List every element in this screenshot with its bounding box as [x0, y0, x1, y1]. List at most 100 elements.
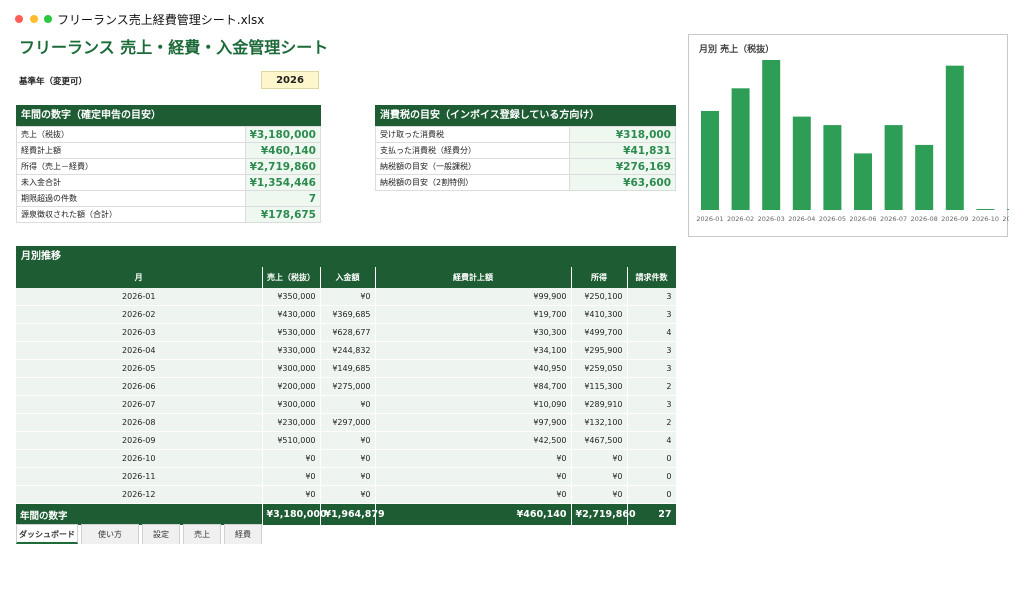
- table-cell[interactable]: 3: [627, 395, 677, 414]
- table-cell[interactable]: ¥0: [262, 485, 321, 504]
- table-cell[interactable]: ¥0: [375, 449, 572, 468]
- table-cell[interactable]: ¥34,100: [375, 341, 572, 360]
- table-cell[interactable]: 2026-10: [16, 449, 263, 468]
- sheet-tab[interactable]: 売上: [183, 524, 221, 544]
- table-cell[interactable]: ¥300,000: [262, 395, 321, 414]
- table-cell[interactable]: ¥499,700: [571, 323, 628, 342]
- table-cell[interactable]: ¥0: [571, 449, 628, 468]
- annual-row-value[interactable]: ¥1,354,446: [244, 174, 322, 191]
- table-cell[interactable]: 2: [627, 413, 677, 432]
- table-cell[interactable]: ¥0: [375, 485, 572, 504]
- table-cell[interactable]: 2026-08: [16, 413, 263, 432]
- table-cell[interactable]: 3: [627, 359, 677, 378]
- table-cell[interactable]: 0: [627, 485, 677, 504]
- table-cell[interactable]: 2: [627, 377, 677, 396]
- chart-bar[interactable]: [1007, 209, 1009, 210]
- table-cell[interactable]: ¥295,900: [571, 341, 628, 360]
- table-cell[interactable]: 3: [627, 305, 677, 324]
- table-cell[interactable]: ¥0: [320, 449, 376, 468]
- table-cell[interactable]: ¥289,910: [571, 395, 628, 414]
- base-year-input[interactable]: 2026: [261, 71, 319, 89]
- chart-bar[interactable]: [945, 65, 964, 211]
- table-cell[interactable]: ¥200,000: [262, 377, 321, 396]
- table-cell[interactable]: ¥628,677: [320, 323, 376, 342]
- table-cell[interactable]: ¥115,300: [571, 377, 628, 396]
- table-cell[interactable]: ¥0: [320, 467, 376, 486]
- table-cell[interactable]: ¥132,100: [571, 413, 628, 432]
- table-cell[interactable]: ¥244,832: [320, 341, 376, 360]
- column-header[interactable]: 所得: [571, 267, 628, 288]
- table-cell[interactable]: 0: [627, 449, 677, 468]
- table-cell[interactable]: ¥97,900: [375, 413, 572, 432]
- table-cell[interactable]: ¥250,100: [571, 288, 628, 306]
- table-cell[interactable]: 2026-01: [16, 288, 263, 306]
- table-cell[interactable]: 2026-02: [16, 305, 263, 324]
- table-cell[interactable]: ¥19,700: [375, 305, 572, 324]
- annual-row-value[interactable]: 7: [244, 190, 322, 207]
- table-cell[interactable]: 3: [627, 341, 677, 360]
- tax-row-value[interactable]: ¥41,831: [569, 142, 676, 159]
- table-cell[interactable]: ¥350,000: [262, 288, 321, 306]
- close-window-icon[interactable]: [15, 15, 23, 23]
- table-cell[interactable]: ¥42,500: [375, 431, 572, 450]
- table-cell[interactable]: ¥510,000: [262, 431, 321, 450]
- table-cell[interactable]: ¥430,000: [262, 305, 321, 324]
- column-header[interactable]: 経費計上額: [375, 267, 572, 288]
- table-cell[interactable]: ¥149,685: [320, 359, 376, 378]
- chart-bar[interactable]: [731, 88, 750, 210]
- table-cell[interactable]: 2026-03: [16, 323, 263, 342]
- table-cell[interactable]: 2026-07: [16, 395, 263, 414]
- table-cell[interactable]: ¥10,090: [375, 395, 572, 414]
- sheet-tab[interactable]: ダッシュボード: [16, 524, 78, 544]
- table-cell[interactable]: ¥369,685: [320, 305, 376, 324]
- table-cell[interactable]: ¥297,000: [320, 413, 376, 432]
- chart-bar[interactable]: [792, 116, 811, 210]
- annual-row-value[interactable]: ¥178,675: [244, 206, 322, 223]
- table-cell[interactable]: ¥0: [262, 467, 321, 486]
- table-cell[interactable]: ¥330,000: [262, 341, 321, 360]
- sheet-tab[interactable]: 経費: [224, 524, 262, 544]
- annual-row-value[interactable]: ¥3,180,000: [244, 126, 322, 143]
- table-cell[interactable]: ¥410,300: [571, 305, 628, 324]
- annual-row-value[interactable]: ¥460,140: [244, 142, 322, 159]
- chart-bar[interactable]: [976, 209, 995, 210]
- tax-row-value[interactable]: ¥63,600: [569, 174, 676, 191]
- table-cell[interactable]: ¥40,950: [375, 359, 572, 378]
- table-cell[interactable]: 0: [627, 467, 677, 486]
- tax-row-value[interactable]: ¥318,000: [569, 126, 676, 143]
- table-cell[interactable]: 2026-06: [16, 377, 263, 396]
- chart-bar[interactable]: [823, 125, 842, 210]
- table-cell[interactable]: ¥0: [262, 449, 321, 468]
- table-cell[interactable]: ¥0: [571, 485, 628, 504]
- chart-bar[interactable]: [854, 153, 872, 210]
- table-cell[interactable]: ¥84,700: [375, 377, 572, 396]
- table-cell[interactable]: ¥0: [320, 288, 376, 306]
- table-cell[interactable]: ¥0: [320, 485, 376, 504]
- table-cell[interactable]: ¥467,500: [571, 431, 628, 450]
- column-header[interactable]: 売上（税抜）: [262, 267, 321, 288]
- table-cell[interactable]: 3: [627, 288, 677, 306]
- table-cell[interactable]: ¥99,900: [375, 288, 572, 306]
- table-cell[interactable]: ¥0: [375, 467, 572, 486]
- tax-row-value[interactable]: ¥276,169: [569, 158, 676, 175]
- chart-bar[interactable]: [701, 110, 719, 210]
- table-cell[interactable]: 2026-11: [16, 467, 263, 486]
- table-cell[interactable]: 4: [627, 431, 677, 450]
- chart-bar[interactable]: [884, 125, 903, 210]
- chart-bar[interactable]: [915, 144, 934, 210]
- table-cell[interactable]: ¥300,000: [262, 359, 321, 378]
- table-cell[interactable]: ¥0: [320, 431, 376, 450]
- table-cell[interactable]: ¥0: [320, 395, 376, 414]
- sheet-tab[interactable]: 設定: [142, 524, 180, 544]
- table-cell[interactable]: ¥0: [571, 467, 628, 486]
- column-header[interactable]: 入金額: [320, 267, 376, 288]
- column-header[interactable]: 月: [16, 267, 263, 288]
- table-cell[interactable]: 2026-12: [16, 485, 263, 504]
- sheet-tab[interactable]: 使い方: [81, 524, 139, 544]
- annual-row-value[interactable]: ¥2,719,860: [244, 158, 322, 175]
- table-cell[interactable]: ¥259,050: [571, 359, 628, 378]
- table-cell[interactable]: 2026-09: [16, 431, 263, 450]
- chart-bar[interactable]: [762, 60, 781, 210]
- minimize-window-icon[interactable]: [30, 15, 38, 23]
- maximize-window-icon[interactable]: [44, 15, 52, 23]
